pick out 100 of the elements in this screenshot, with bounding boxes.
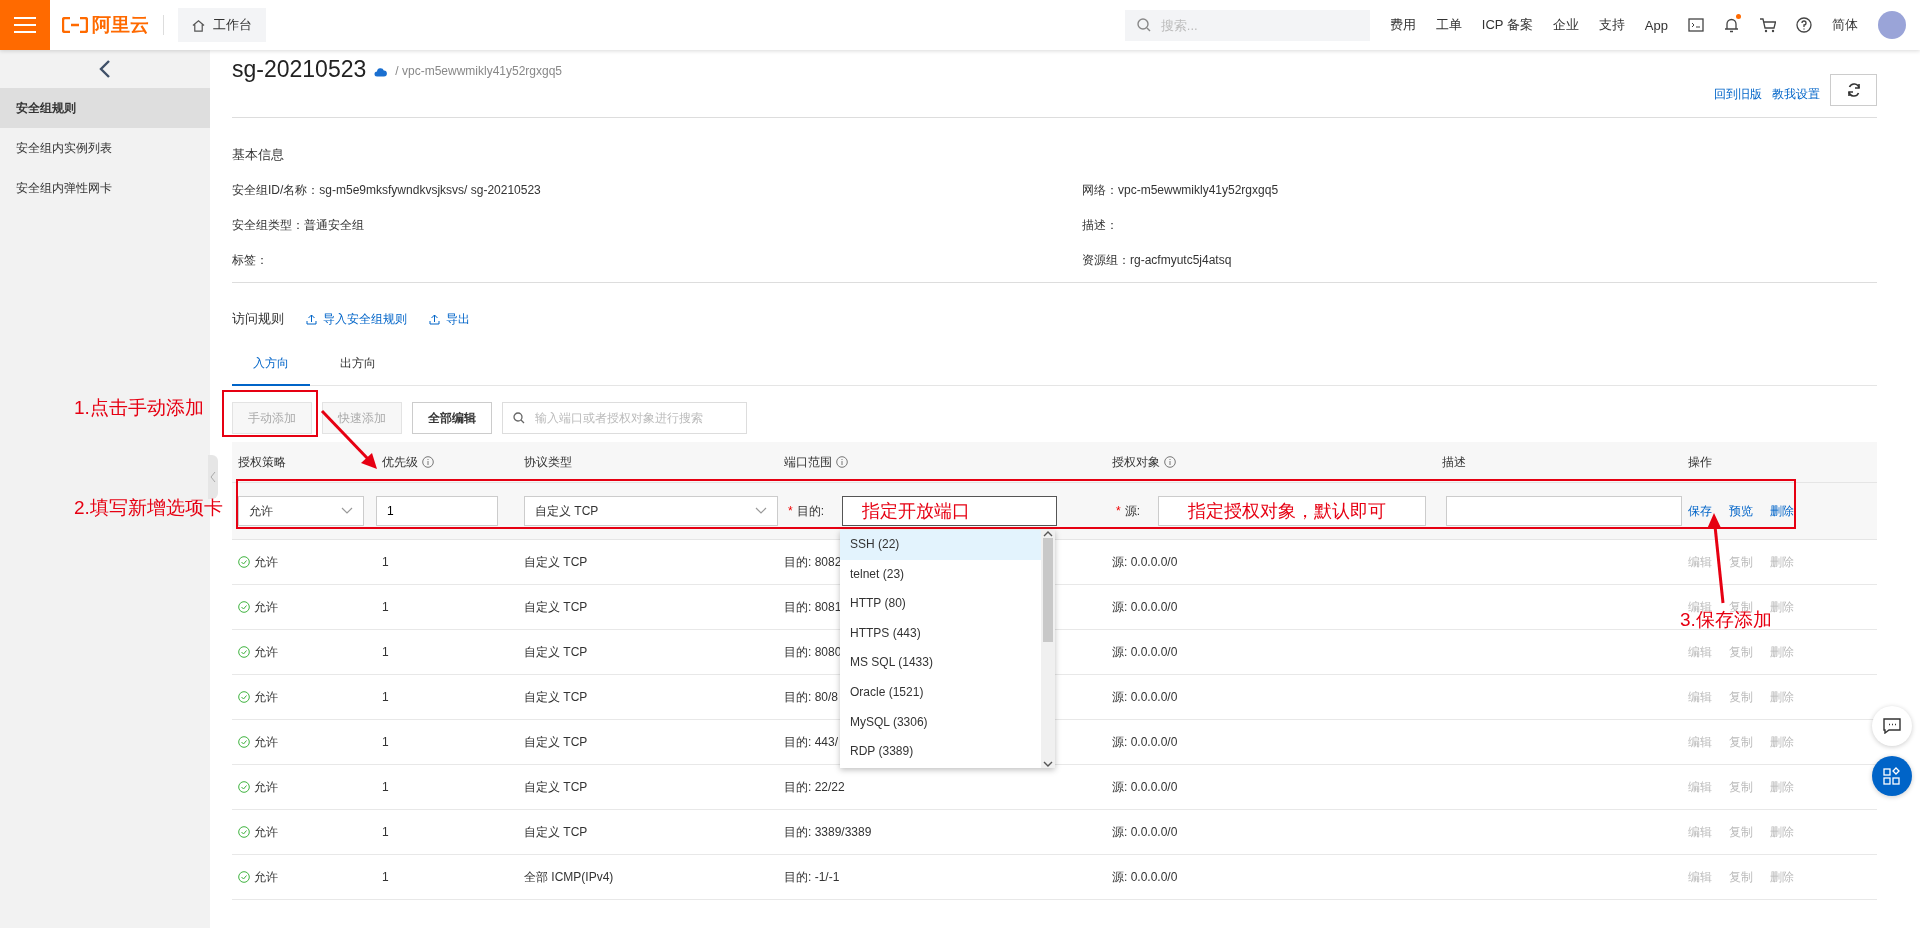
cloud-icon [374, 68, 388, 77]
table-cell: 1 [382, 690, 389, 704]
search-field[interactable]: 搜索... [1124, 9, 1370, 41]
chevron-down-icon [1043, 760, 1053, 768]
column-header: 操作 [1688, 453, 1712, 471]
policy-select[interactable]: 允许 [238, 496, 364, 526]
description-field[interactable] [1446, 496, 1682, 526]
nav-link[interactable]: 工单 [1435, 16, 1462, 34]
cart-icon[interactable] [1759, 17, 1776, 33]
nav-link[interactable]: ICP 备案 [1481, 16, 1533, 34]
info-field: 描述： [1082, 217, 1877, 233]
required-mark: * [788, 504, 793, 518]
refresh-icon [1846, 83, 1861, 97]
column-header: 端口范围 [784, 453, 832, 471]
table-cell: 源: 0.0.0.0/0 [1112, 643, 1178, 661]
table-cell: 1 [382, 555, 389, 569]
nav-link[interactable]: App [1644, 17, 1668, 33]
rule-action-link[interactable]: 导出 [429, 310, 470, 328]
hint-annotation: 指定授权对象，默认即可 [1188, 501, 1386, 521]
table-cell: 全部 ICMP(IPv4) [524, 868, 614, 886]
port-option[interactable]: SSH (22) [840, 530, 1041, 560]
required-mark: * [1116, 504, 1121, 518]
table-cell: 1 [382, 600, 389, 614]
header-link[interactable]: 回到旧版 [1714, 86, 1762, 103]
sidebar-item[interactable]: 安全组内弹性网卡 [0, 168, 210, 208]
priority-field[interactable]: 1 [376, 496, 498, 526]
field-label: 目的: [796, 502, 824, 520]
chat-button[interactable] [1872, 706, 1912, 746]
nav-link[interactable]: 支持 [1598, 16, 1625, 34]
table-cell: 目的: -1/-1 [784, 868, 840, 886]
step-annotation: 2.填写新增选项卡 [74, 498, 223, 518]
table-cell: 1 [382, 825, 389, 839]
check-circle-icon [238, 646, 250, 658]
table-cell: 源: 0.0.0.0/0 [1112, 688, 1178, 706]
refresh-button[interactable] [1830, 74, 1877, 106]
table-cell: 目的: 22/22 [784, 778, 845, 796]
search-input[interactable]: 搜索... [1158, 9, 1358, 41]
panel-handle[interactable] [208, 455, 218, 499]
policy-text: 允许 [254, 868, 278, 886]
step-annotation: 1.点击手动添加 [74, 398, 204, 418]
help-icon[interactable] [1796, 17, 1812, 33]
column-header: 授权对象 [1112, 453, 1160, 471]
rule-search-field[interactable]: 输入端口或者授权对象进行搜索 [502, 402, 747, 434]
info-field: 资源组：rg-acfmyutc5j4atsq [1082, 252, 1877, 268]
column-header: 优先级 [382, 453, 418, 471]
port-field[interactable] [842, 496, 1057, 526]
chevron-left-icon [99, 60, 111, 78]
table-cell: 自定义 TCP [524, 553, 588, 571]
check-circle-icon [238, 601, 250, 613]
nav-link[interactable]: 费用 [1389, 16, 1416, 34]
column-header: 描述 [1442, 453, 1466, 471]
chat-icon [1883, 718, 1901, 734]
nav-link[interactable]: 企业 [1552, 16, 1579, 34]
source-field[interactable] [1158, 496, 1426, 526]
section-title: 基本信息 [232, 146, 285, 164]
bell-icon[interactable] [1724, 17, 1739, 33]
rule-action-link[interactable]: 导入安全组规则 [306, 310, 407, 328]
check-circle-icon [238, 556, 250, 568]
policy-text: 允许 [254, 598, 278, 616]
column-header: 协议类型 [524, 453, 572, 471]
check-circle-icon [238, 871, 250, 883]
protocol-select[interactable]: 自定义 TCP [524, 496, 778, 526]
policy-text: 允许 [254, 688, 278, 706]
sidebar-item[interactable]: 安全组规则 [0, 88, 210, 128]
vpc-subtitle: / vpc-m5ewwmikly41y52rgxgq5 [395, 64, 563, 78]
table-cell: 自定义 TCP [524, 823, 588, 841]
table-cell: 源: 0.0.0.0/0 [1112, 598, 1178, 616]
policy-text: 允许 [254, 553, 278, 571]
apps-button[interactable] [1872, 756, 1912, 796]
upload-icon [306, 313, 317, 325]
table-cell: 1 [382, 735, 389, 749]
table-cell: 源: 0.0.0.0/0 [1112, 553, 1178, 571]
table-cell: 源: 0.0.0.0/0 [1112, 868, 1178, 886]
direction-tab[interactable]: 入方向 [232, 355, 310, 386]
table-cell: 1 [382, 870, 389, 884]
page-title: sg-20210523 [232, 56, 367, 83]
check-circle-icon [238, 781, 250, 793]
table-cell: 源: 0.0.0.0/0 [1112, 778, 1178, 796]
rule-search-input[interactable]: 输入端口或者授权对象进行搜索 [533, 403, 736, 433]
chevron-down-icon [341, 507, 353, 515]
chevron-down-icon [755, 507, 767, 515]
apps-icon [1883, 767, 1901, 785]
language-link[interactable]: 简体 [1832, 16, 1858, 34]
table-cell: 目的: 8082 [784, 553, 842, 571]
menu-button[interactable] [0, 0, 50, 50]
search-icon [513, 412, 525, 424]
table-cell: 自定义 TCP [524, 643, 588, 661]
header-link[interactable]: 教我设置 [1772, 86, 1820, 103]
row-action-link[interactable]: 保存 [1688, 502, 1712, 520]
toolbar-button[interactable]: 全部编辑 [412, 402, 492, 434]
table-cell: 自定义 TCP [524, 598, 588, 616]
row-action-link[interactable]: 预览 [1729, 502, 1753, 520]
workbench-button[interactable]: 工作台 [178, 8, 266, 42]
table-cell: 自定义 TCP [524, 778, 588, 796]
scrollbar[interactable] [1041, 530, 1055, 768]
table-cell: 1 [382, 645, 389, 659]
sidebar-item[interactable]: 安全组内实例列表 [0, 128, 210, 168]
row-action-link[interactable]: 删除 [1770, 502, 1794, 520]
direction-tab[interactable]: 出方向 [310, 355, 406, 386]
terminal-icon[interactable] [1688, 18, 1704, 32]
